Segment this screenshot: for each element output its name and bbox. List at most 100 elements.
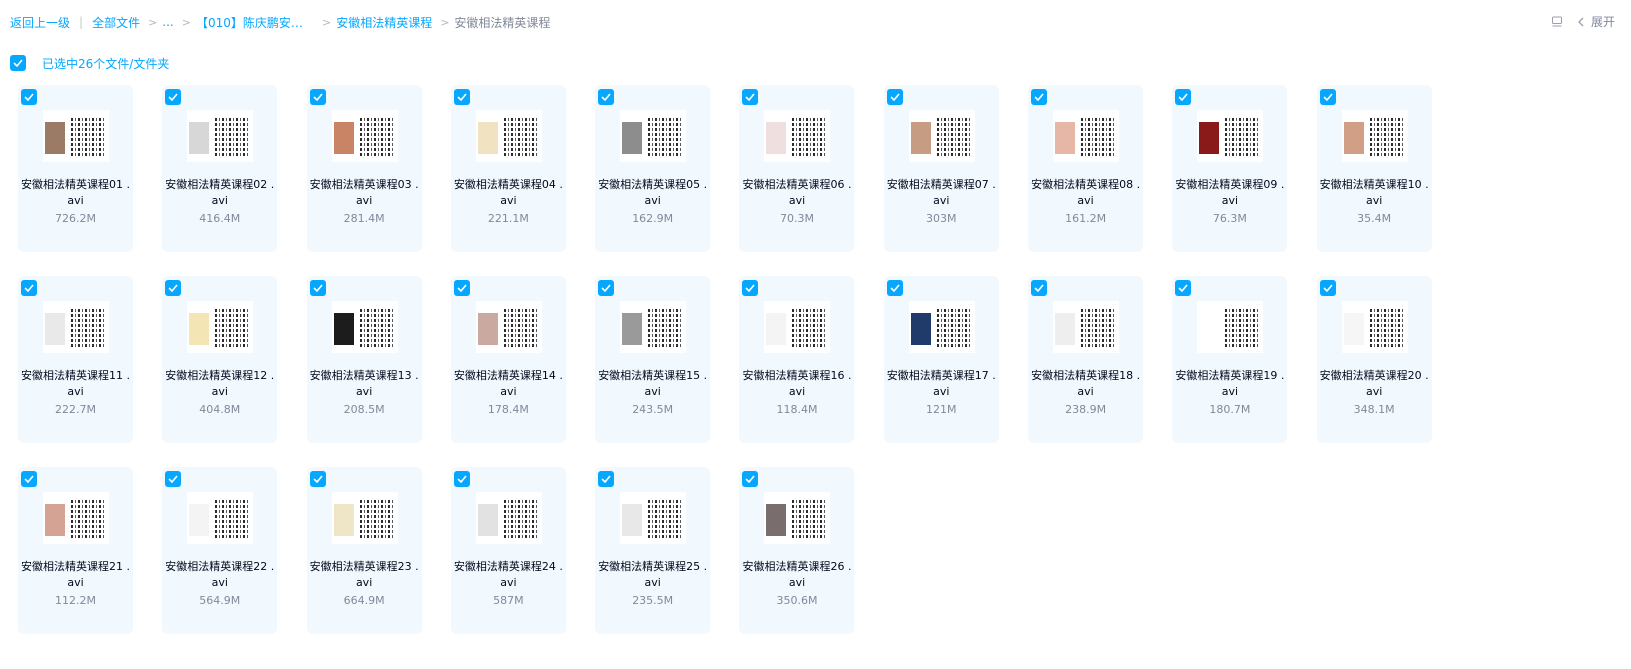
- file-checkbox[interactable]: [309, 471, 326, 487]
- file-name[interactable]: 安徽相法精英课程13 .avi: [307, 368, 422, 400]
- file-checkbox[interactable]: [598, 471, 615, 487]
- file-checkbox[interactable]: [165, 89, 182, 105]
- file-card[interactable]: 安徽相法精英课程09 .avi 76.3M: [1172, 85, 1288, 252]
- file-checkbox[interactable]: [21, 280, 37, 296]
- file-card[interactable]: 安徽相法精英课程21 .avi 112.2M: [18, 467, 133, 634]
- file-name[interactable]: 安徽相法精英课程12 .avi: [162, 368, 277, 400]
- file-name[interactable]: 安徽相法精英课程18 .avi: [1028, 368, 1143, 400]
- file-checkbox[interactable]: [742, 280, 759, 296]
- file-name[interactable]: 安徽相法精英课程11 .avi: [18, 368, 133, 400]
- file-checkbox[interactable]: [309, 280, 326, 296]
- file-name[interactable]: 安徽相法精英课程21 .avi: [18, 559, 133, 591]
- file-checkbox[interactable]: [598, 280, 615, 296]
- file-card[interactable]: 安徽相法精英课程12 .avi 404.8M: [162, 276, 278, 443]
- breadcrumb-folder-1[interactable]: 【010】陈庆鹏安徽...: [196, 14, 314, 31]
- file-card[interactable]: 安徽相法精英课程06 .avi 70.3M: [739, 85, 855, 252]
- file-card[interactable]: 安徽相法精英课程22 .avi 564.9M: [162, 467, 278, 634]
- file-name[interactable]: 安徽相法精英课程09 .avi: [1172, 177, 1287, 209]
- file-name[interactable]: 安徽相法精英课程02 .avi: [162, 177, 277, 209]
- file-checkbox[interactable]: [165, 471, 182, 487]
- breadcrumb-folder-2[interactable]: 安徽相法精英课程: [336, 14, 432, 31]
- list-view-icon[interactable]: [1551, 16, 1563, 28]
- expand-button[interactable]: 展开: [1591, 13, 1615, 30]
- file-card[interactable]: 安徽相法精英课程10 .avi 35.4M: [1316, 85, 1432, 252]
- file-card[interactable]: 安徽相法精英课程16 .avi 118.4M: [739, 276, 855, 443]
- video-thumbnail: [1197, 301, 1264, 353]
- thumbnail-photo: [333, 504, 354, 536]
- file-checkbox[interactable]: [1175, 89, 1192, 105]
- file-checkbox[interactable]: [886, 89, 903, 105]
- file-checkbox[interactable]: [598, 89, 615, 105]
- file-card[interactable]: 安徽相法精英课程13 .avi 208.5M: [306, 276, 422, 443]
- file-name[interactable]: 安徽相法精英课程16 .avi: [739, 368, 854, 400]
- file-checkbox[interactable]: [1175, 280, 1192, 296]
- file-card[interactable]: 安徽相法精英课程07 .avi 303M: [883, 85, 999, 252]
- thumbnail-photo: [1343, 122, 1364, 154]
- file-checkbox[interactable]: [165, 280, 182, 296]
- file-name[interactable]: 安徽相法精英课程25 .avi: [595, 559, 710, 591]
- thumbnail-notes: [1225, 307, 1260, 347]
- chevron-left-icon[interactable]: [1577, 16, 1585, 28]
- file-name[interactable]: 安徽相法精英课程26 .avi: [739, 559, 854, 591]
- thumbnail-notes: [359, 116, 394, 156]
- breadcrumb-separator-icon: >: [181, 15, 191, 29]
- file-size: 161.2M: [1065, 212, 1107, 225]
- thumbnail-notes: [1081, 307, 1116, 347]
- file-checkbox[interactable]: [742, 89, 759, 105]
- file-checkbox[interactable]: [742, 471, 759, 487]
- breadcrumb-ellipsis[interactable]: ...: [162, 15, 173, 29]
- file-name[interactable]: 安徽相法精英课程07 .avi: [884, 177, 999, 209]
- file-size: 221.1M: [487, 212, 529, 225]
- file-card[interactable]: 安徽相法精英课程19 .avi 180.7M: [1172, 276, 1288, 443]
- file-name[interactable]: 安徽相法精英课程08 .avi: [1028, 177, 1143, 209]
- file-card[interactable]: 安徽相法精英课程15 .avi 243.5M: [595, 276, 711, 443]
- thumbnail-photo: [189, 504, 210, 536]
- select-all-checkbox[interactable]: [10, 55, 26, 71]
- file-checkbox[interactable]: [453, 280, 470, 296]
- back-link[interactable]: 返回上一级: [10, 14, 70, 31]
- file-name[interactable]: 安徽相法精英课程06 .avi: [739, 177, 854, 209]
- file-card[interactable]: 安徽相法精英课程20 .avi 348.1M: [1316, 276, 1432, 443]
- file-card[interactable]: 安徽相法精英课程14 .avi 178.4M: [450, 276, 566, 443]
- file-size: 76.3M: [1212, 212, 1247, 225]
- thumbnail-notes: [1369, 116, 1404, 156]
- file-name[interactable]: 安徽相法精英课程14 .avi: [451, 368, 566, 400]
- breadcrumb-all-files[interactable]: 全部文件: [92, 14, 140, 31]
- file-name[interactable]: 安徽相法精英课程05 .avi: [595, 177, 710, 209]
- file-name[interactable]: 安徽相法精英课程04 .avi: [451, 177, 566, 209]
- file-card[interactable]: 安徽相法精英课程11 .avi 222.7M: [18, 276, 133, 443]
- file-checkbox[interactable]: [21, 471, 37, 487]
- file-checkbox[interactable]: [886, 280, 903, 296]
- file-card[interactable]: 安徽相法精英课程18 .avi 238.9M: [1028, 276, 1144, 443]
- file-card[interactable]: 安徽相法精英课程01 .avi 726.2M: [18, 85, 133, 252]
- file-name[interactable]: 安徽相法精英课程10 .avi: [1317, 177, 1432, 209]
- file-name[interactable]: 安徽相法精英课程23 .avi: [307, 559, 422, 591]
- file-card[interactable]: 安徽相法精英课程17 .avi 121M: [883, 276, 999, 443]
- file-card[interactable]: 安徽相法精英课程26 .avi 350.6M: [739, 467, 855, 634]
- file-card[interactable]: 安徽相法精英课程02 .avi 416.4M: [162, 85, 278, 252]
- file-card[interactable]: 安徽相法精英课程03 .avi 281.4M: [306, 85, 422, 252]
- file-card[interactable]: 安徽相法精英课程04 .avi 221.1M: [450, 85, 566, 252]
- file-card[interactable]: 安徽相法精英课程05 .avi 162.9M: [595, 85, 711, 252]
- file-checkbox[interactable]: [1031, 89, 1048, 105]
- file-card[interactable]: 安徽相法精英课程25 .avi 235.5M: [595, 467, 711, 634]
- file-card[interactable]: 安徽相法精英课程24 .avi 587M: [450, 467, 566, 634]
- file-checkbox[interactable]: [453, 471, 470, 487]
- file-card[interactable]: 安徽相法精英课程08 .avi 161.2M: [1028, 85, 1144, 252]
- file-name[interactable]: 安徽相法精英课程22 .avi: [162, 559, 277, 591]
- file-checkbox[interactable]: [1031, 280, 1048, 296]
- file-name[interactable]: 安徽相法精英课程03 .avi: [307, 177, 422, 209]
- file-name[interactable]: 安徽相法精英课程17 .avi: [884, 368, 999, 400]
- file-name[interactable]: 安徽相法精英课程19 .avi: [1172, 368, 1287, 400]
- file-name[interactable]: 安徽相法精英课程01 .avi: [18, 177, 133, 209]
- file-card[interactable]: 安徽相法精英课程23 .avi 664.9M: [306, 467, 422, 634]
- file-name[interactable]: 安徽相法精英课程15 .avi: [595, 368, 710, 400]
- thumbnail-notes: [936, 307, 971, 347]
- file-checkbox[interactable]: [453, 89, 470, 105]
- file-checkbox[interactable]: [1319, 280, 1336, 296]
- file-checkbox[interactable]: [1319, 89, 1336, 105]
- file-checkbox[interactable]: [309, 89, 326, 105]
- file-name[interactable]: 安徽相法精英课程20 .avi: [1317, 368, 1432, 400]
- file-checkbox[interactable]: [21, 89, 37, 105]
- file-name[interactable]: 安徽相法精英课程24 .avi: [451, 559, 566, 591]
